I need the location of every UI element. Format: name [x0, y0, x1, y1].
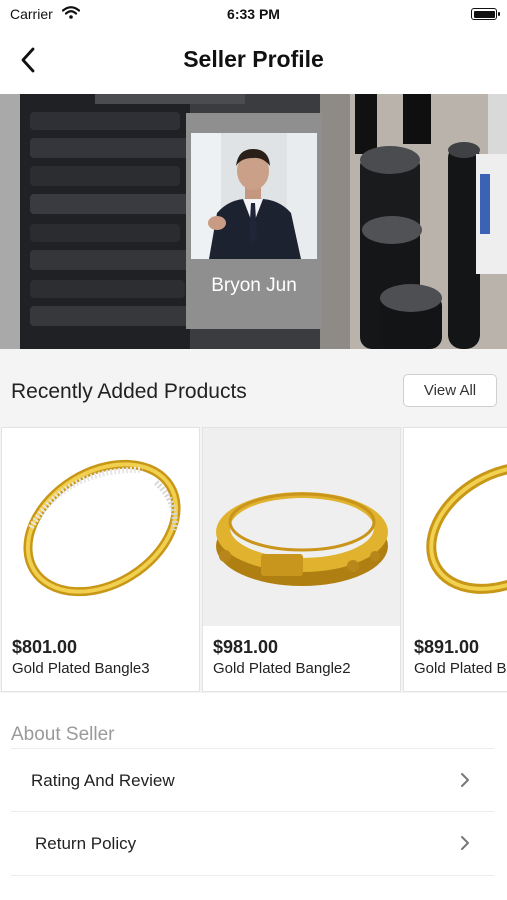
product-name: Gold Plated Bangle3: [12, 660, 150, 677]
product-name: Gold Plated Bangle2: [213, 660, 351, 677]
about-seller-section: About Seller Rating And Review Return Po…: [0, 693, 507, 900]
product-price: $801.00: [12, 637, 78, 657]
clock: 6:33 PM: [227, 6, 280, 22]
product-card[interactable]: $801.00 Gold Plated Bangle3: [1, 427, 200, 692]
product-image: [404, 428, 507, 626]
page-title: Seller Profile: [183, 46, 324, 72]
product-price: $981.00: [213, 637, 279, 657]
status-bar: Carrier 6:33 PM: [0, 0, 507, 28]
row-label: Rating And Review: [31, 771, 175, 790]
navigation-bar: Seller Profile: [0, 28, 507, 94]
product-carousel[interactable]: $801.00 Gold Plated Bangle3 $981.00 Gold…: [0, 427, 507, 693]
view-all-button[interactable]: View All: [403, 374, 497, 407]
recent-products-section: Recently Added Products View All $801.00…: [0, 349, 507, 693]
row-label: Return Policy: [35, 834, 137, 853]
product-image: [203, 428, 400, 626]
rating-and-review-row[interactable]: Rating And Review: [11, 748, 494, 810]
battery-icon: [471, 8, 500, 20]
section-title: Recently Added Products: [11, 380, 247, 403]
chevron-right-icon: [461, 773, 469, 787]
product-image: [2, 428, 199, 626]
seller-avatar: [191, 133, 317, 259]
chevron-right-icon: [461, 836, 469, 850]
seller-card: Bryon Jun: [186, 113, 322, 329]
about-seller-title: About Seller: [11, 724, 115, 745]
list-item[interactable]: [11, 875, 494, 900]
product-card[interactable]: $891.00 Gold Plated B: [403, 427, 507, 692]
return-policy-row[interactable]: Return Policy: [11, 811, 494, 873]
product-name: Gold Plated B: [414, 660, 507, 677]
product-price: $891.00: [414, 637, 480, 657]
product-card[interactable]: $981.00 Gold Plated Bangle2: [202, 427, 401, 692]
seller-banner: Bryon Jun: [0, 94, 507, 349]
seller-name: Bryon Jun: [211, 275, 297, 296]
